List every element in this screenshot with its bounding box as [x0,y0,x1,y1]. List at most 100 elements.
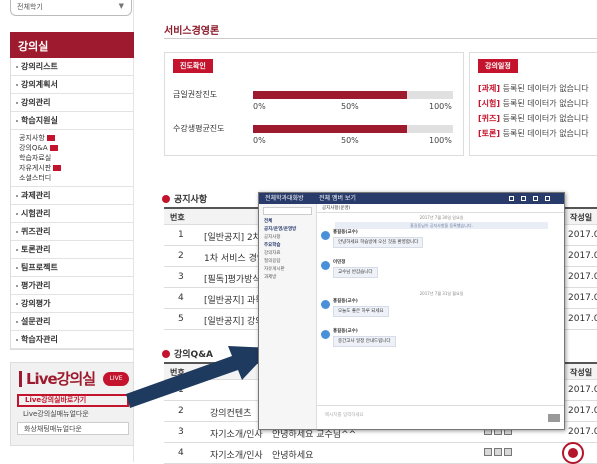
avatar [321,261,330,270]
message-bubble: 안녕하세요 학습방에 오신 것을 환영합니다 [333,237,424,248]
live-classroom-box: Live강의실 LIVE Live강의실바로가기 Live강의실매뉴얼다운 화상… [10,362,134,446]
chat-input-area[interactable]: 메시지를 입력하세요 [317,405,564,429]
chat-search-input[interactable] [263,207,312,215]
sidebar-item[interactable]: 설문관리 [11,313,134,331]
minimize-icon[interactable] [521,196,526,201]
sidebar-item[interactable]: 강의계획서 [11,76,134,94]
chat-window: 전체학과대화방 전체 멤버 보기 전체 공지/운영/운영방 공지사항 주요학습 … [258,192,565,430]
sidebar-item[interactable]: 시험관리 [11,205,134,223]
header-no: 번호 [170,368,185,377]
row-date: 2017.06. [568,272,597,282]
schedule-tag: [퀴즈] [478,114,501,123]
close-icon[interactable] [545,196,550,201]
submenu-item[interactable]: 자유게시판 [19,164,51,172]
chat-main: 공지사항(운영) 2017년 7월 30일 일요일 홍길동님이 공지사항을 등록… [317,204,564,429]
sidebar-menu: 강의리스트 강의계획서 강의관리 학습지원실 공지사항 강의Q&A 학습자료실 … [10,58,134,350]
file-icon [494,448,502,456]
schedule-panel: 강의일정 [과제] 등록된 데이터가 없습니다 [시험] 등록된 데이터가 없습… [469,52,597,156]
chat-tab[interactable]: 전체 멤버 보기 [319,193,356,204]
room-item[interactable]: 공지사항 [259,234,316,242]
header-date: 작성일 [570,368,593,377]
header-no: 번호 [170,213,185,222]
row-date: 2017.06. [568,406,597,416]
chat-app-title: 전체학과대화방 [265,195,304,202]
room-item[interactable]: 자유게시판 [259,266,316,274]
semester-select[interactable]: 전체학기 ▼ [10,0,132,16]
schedule-item[interactable]: [퀴즈] 등록된 데이터가 없습니다 [478,113,589,124]
message-author: 홍길동(교수) [333,299,358,304]
sidebar-item[interactable]: 평가관리 [11,277,134,295]
avatar [321,231,330,240]
schedule-item[interactable]: [시험] 등록된 데이터가 없습니다 [478,98,589,109]
university-logo [562,442,584,464]
avatar [321,330,330,339]
settings-icon[interactable] [509,196,514,201]
submenu-item[interactable]: 공지사항 [19,134,45,142]
schedule-text: 등록된 데이터가 없습니다 [502,99,589,108]
row-category: 강의컨텐츠 [210,409,252,419]
schedule-item[interactable]: [토론] 등록된 데이터가 없습니다 [478,128,589,139]
chat-message: 이민정 교수님 반갑습니다 [317,259,564,289]
progress-label: 수강생평균진도 [173,124,225,133]
chat-channel-header: 공지사항(운영) [317,204,564,213]
chat-message: 홍길동(교수) 중간고사 일정 안내드립니다 [317,328,564,358]
room-item[interactable]: 전체 [259,218,316,226]
menu-title: 강의실 [10,32,134,58]
row-no: 2 [178,406,184,416]
room-item[interactable]: 공지/운영/운영방 [259,226,316,234]
chat-titlebar: 전체학과대화방 전체 멤버 보기 [259,193,564,204]
schedule-tab[interactable]: 강의일정 [478,59,518,73]
row-date: 2017.06. [568,427,597,437]
tick-label: 0% [253,136,266,145]
room-item[interactable]: 주요학습 [259,242,316,250]
sidebar-item[interactable]: 학습지원실 [11,112,134,130]
live-manual-download-link[interactable]: Live강의실매뉴얼다운 [17,408,129,421]
room-item[interactable]: 질의응답 [259,258,316,266]
message-author: 홍길동(교수) [333,230,358,235]
sidebar-item[interactable]: 퀴즈관리 [11,223,134,241]
row-no: 4 [178,293,184,303]
schedule-item[interactable]: [과제] 등록된 데이터가 없습니다 [478,83,589,94]
row-no: 2 [178,251,184,261]
progress-panel: 진도확인 금일권장진도 0% 50% 100% 수강생평균진도 0% 50% 1… [164,52,464,156]
sidebar-item[interactable]: 팀프로젝트 [11,259,134,277]
room-item[interactable]: 강의자료 [259,250,316,258]
schedule-tag: [과제] [478,84,501,93]
submenu-item[interactable]: 소셜스터디 [19,174,51,182]
progress-tab[interactable]: 진도확인 [173,59,213,73]
submenu-item[interactable]: 강의Q&A [19,144,48,152]
sidebar-item[interactable]: 강의리스트 [11,58,134,76]
sidebar-submenu: 공지사항 강의Q&A 학습자료실 자유게시판 소셜스터디 [11,130,134,187]
live-enter-link[interactable]: Live강의실바로가기 [17,394,129,407]
live-title: Live강의실 [19,371,96,387]
message-author: 홍길동(교수) [333,329,358,334]
message-bubble: 오늘도 좋은 하루 되세요 [333,306,389,317]
table-row[interactable]: 4 자기소개/인사 안녕하세요 [164,443,597,464]
video-chat-manual-download-link[interactable]: 화상채팅매뉴얼다운 [17,422,129,435]
logo-mark [568,448,578,458]
row-no: 1 [178,385,184,395]
row-date: 2017.07. [568,385,597,395]
send-button[interactable] [548,414,560,422]
row-date: 2017.06. [568,251,597,261]
maximize-icon[interactable] [533,196,538,201]
sidebar-item[interactable]: 과제관리 [11,187,134,205]
tick-label: 100% [429,136,452,145]
chevron-down-icon: ▼ [118,2,124,10]
row-title[interactable]: 안녕하세요 [272,448,313,461]
sidebar-item[interactable]: 강의평가 [11,295,134,313]
row-no: 3 [178,272,184,282]
chat-message: 홍길동(교수) 오늘도 좋은 하루 되세요 [317,298,564,328]
row-date: 2017.06. [568,293,597,303]
notice-title[interactable]: 공지사항 [162,192,207,205]
new-badge [49,145,58,151]
submenu-item[interactable]: 학습자료실 [19,154,51,162]
room-item[interactable]: 과제방 [259,274,316,282]
chat-message: 홍길동(교수) 안녕하세요 학습방에 오신 것을 환영합니다 [317,229,564,259]
sidebar-item[interactable]: 학습자관리 [11,331,134,349]
qna-title[interactable]: 강의Q&A [162,347,213,360]
chat-input-placeholder[interactable]: 메시지를 입력하세요 [325,412,364,418]
sidebar-item[interactable]: 강의관리 [11,94,134,112]
progress-fill [253,125,407,133]
sidebar-item[interactable]: 토론관리 [11,241,134,259]
